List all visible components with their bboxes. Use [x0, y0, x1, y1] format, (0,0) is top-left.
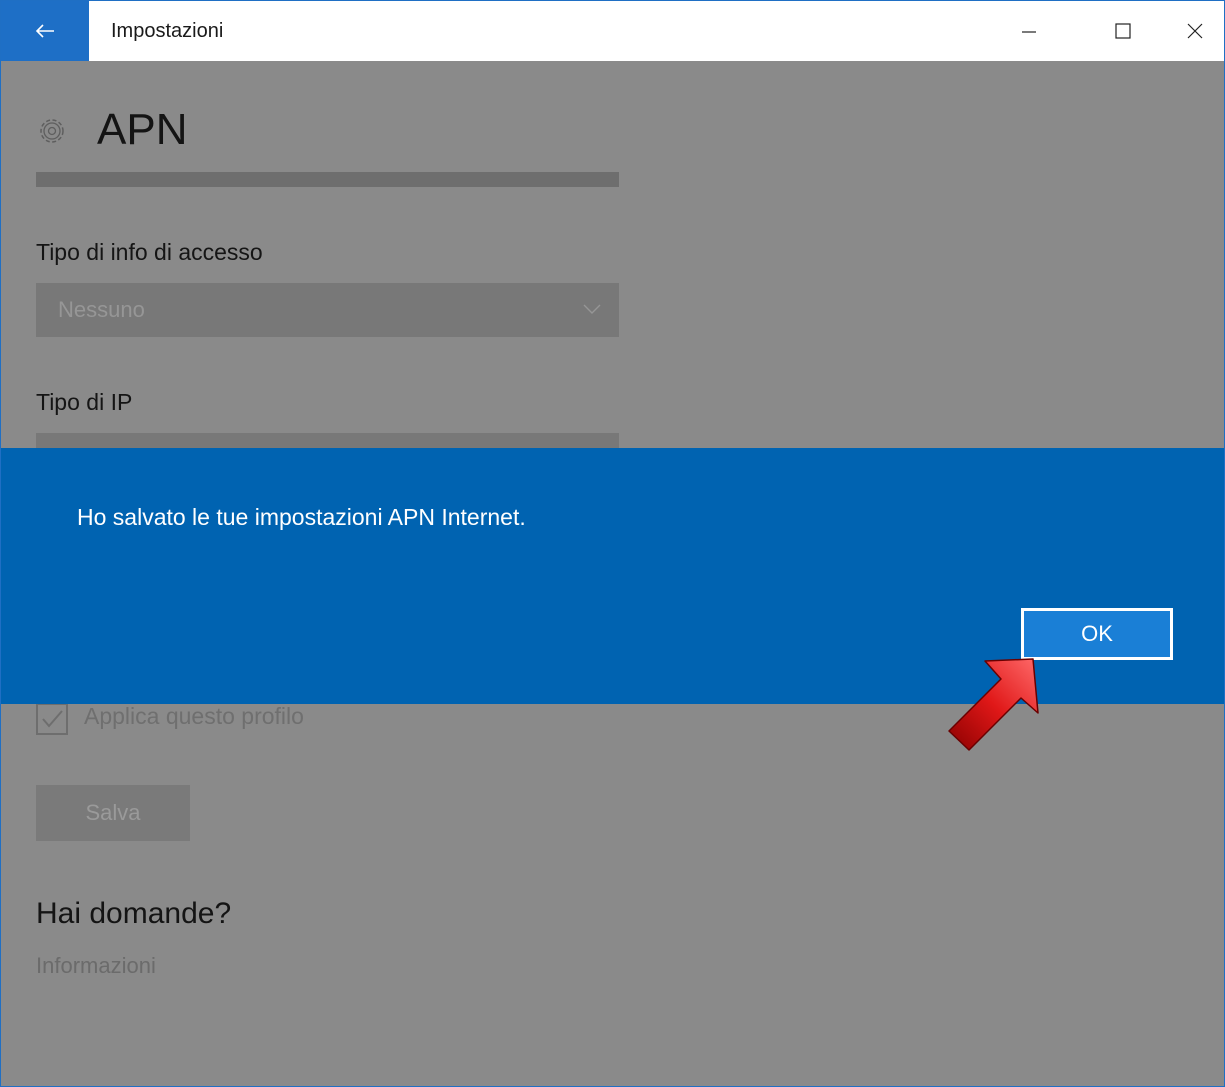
maximize-icon: [1115, 23, 1131, 39]
apply-profile-checkbox[interactable]: [36, 703, 68, 735]
apply-profile-label: Applica questo profilo: [84, 703, 304, 729]
app-title: Impostazioni: [111, 20, 224, 42]
login-type-select[interactable]: Nessuno: [36, 283, 619, 337]
checkmark-icon: [42, 710, 63, 728]
scroll-remnant-field: [36, 172, 619, 187]
save-button[interactable]: Salva: [36, 785, 190, 841]
back-button[interactable]: [1, 1, 89, 61]
maximize-button[interactable]: [1085, 1, 1161, 61]
page-title: APN: [97, 105, 188, 154]
back-arrow-icon: [35, 24, 54, 38]
ip-type-label: Tipo di IP: [36, 389, 133, 415]
settings-window: Impostazioni APN Tipo di info di accesso: [0, 0, 1225, 1087]
login-type-label: Tipo di info di accesso: [36, 239, 263, 265]
help-heading: Hai domande?: [36, 897, 232, 930]
title-bar: Impostazioni: [1, 1, 1224, 61]
chevron-down-icon: [583, 304, 601, 314]
login-type-value: Nessuno: [58, 297, 145, 322]
close-button[interactable]: [1157, 1, 1224, 61]
dialog-message: Ho salvato le tue impostazioni APN Inter…: [77, 504, 526, 530]
red-arrow-icon: [948, 658, 1039, 751]
minimize-button[interactable]: [991, 1, 1067, 61]
gear-icon: [40, 119, 64, 143]
minimize-icon: [1022, 31, 1036, 33]
info-link[interactable]: Informazioni: [36, 953, 156, 979]
close-icon: [1187, 23, 1203, 39]
